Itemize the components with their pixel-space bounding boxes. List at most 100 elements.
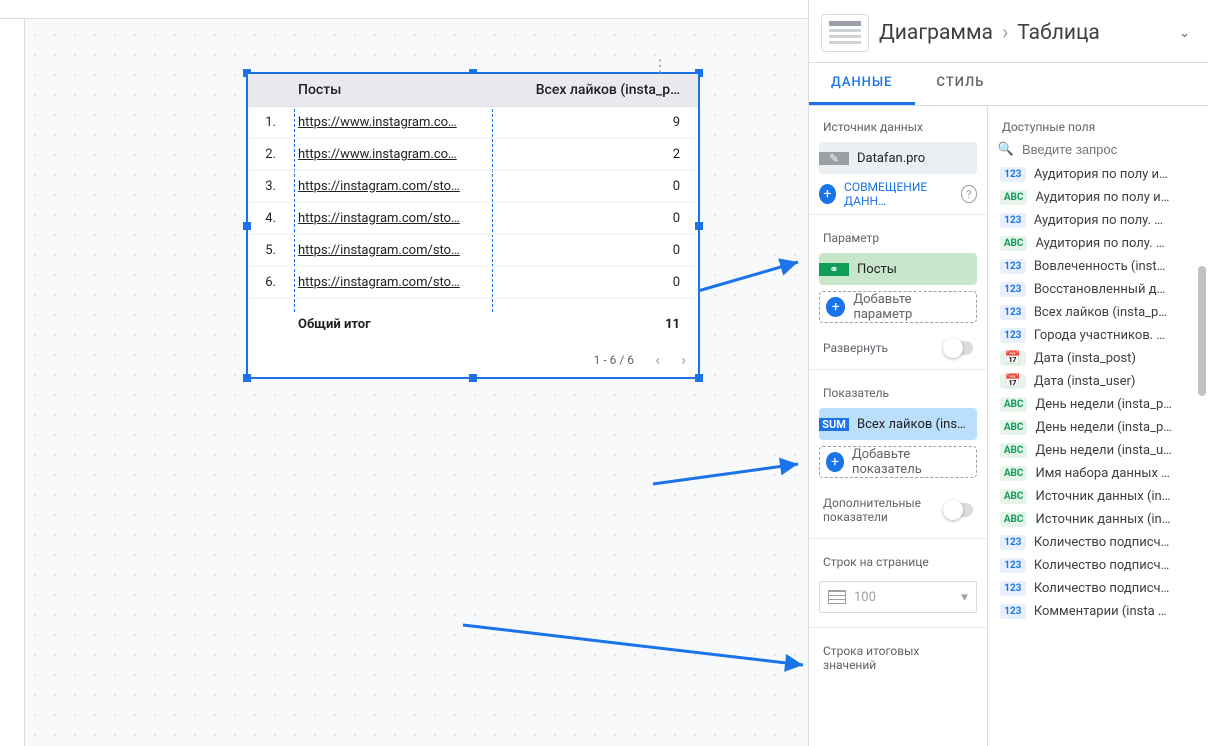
field-name: Аудитория по полу. … [1035, 236, 1164, 251]
rows-per-page-select[interactable]: 100 ▾ [819, 581, 977, 613]
field-name: Дата (insta_user) [1034, 374, 1136, 389]
type-number-icon: 123 [1000, 604, 1026, 619]
toggle-switch[interactable] [943, 341, 973, 355]
total-value: 11 [499, 299, 699, 343]
type-number-icon: 123 [1000, 558, 1026, 573]
type-date-icon: 📅 [1000, 351, 1026, 366]
more-options-icon[interactable]: ⋮ [652, 56, 668, 75]
field-name: Количество подписч… [1034, 581, 1170, 596]
page-prev-icon[interactable]: ‹ [646, 350, 660, 369]
type-text-icon: ABC [1000, 236, 1028, 251]
help-icon[interactable]: ? [961, 185, 977, 203]
add-dimension-button[interactable]: + Добавьте параметр [819, 291, 977, 323]
table-row[interactable]: 6.https://instagram.com/sto…0 [248, 267, 698, 299]
field-item[interactable]: ABCДень недели (insta_u… [988, 439, 1208, 462]
likes-value: 0 [499, 267, 699, 299]
type-text-icon: ABC [1000, 466, 1028, 481]
column-header[interactable]: Всех лайков (insta_p… [499, 74, 699, 107]
field-item[interactable]: ABC Аудитория по полу. … [988, 232, 1208, 255]
post-link[interactable]: https://instagram.com/sto… [298, 243, 478, 258]
fields-search[interactable]: 🔍 [998, 142, 1198, 157]
field-item[interactable]: 123 Количество подписч… [988, 554, 1208, 577]
available-fields-column: Доступные поля 🔍 123Аудитория по полу и…… [988, 106, 1208, 746]
resize-handle[interactable] [695, 374, 703, 382]
row-index: 2. [248, 139, 288, 171]
type-text-icon: ABC [1000, 190, 1028, 205]
post-link[interactable]: https://www.instagram.co… [298, 147, 478, 162]
table-row[interactable]: 1.https://www.instagram.co…9 [248, 107, 698, 139]
field-item[interactable]: 📅Дата (insta_post) [988, 347, 1208, 370]
post-link[interactable]: https://www.instagram.co… [298, 115, 478, 130]
table-chart-widget[interactable]: ⋮ Посты Всех лайков (insta_p… 1.https://… [246, 72, 700, 379]
field-name: Количество подписч… [1034, 558, 1170, 573]
table-row[interactable]: 2. https://www.instagram.co… 2 [248, 139, 698, 171]
post-link[interactable]: https://instagram.com/sto… [298, 275, 478, 290]
field-item[interactable]: ABCИмя набора данных … [988, 462, 1208, 485]
field-item[interactable]: 123Всех лайков (insta_p… [988, 301, 1208, 324]
resize-handle[interactable] [243, 374, 251, 382]
metric-chip[interactable]: SUM Всех лайков (inst… [819, 408, 977, 440]
field-item[interactable]: 123Города участников. … [988, 324, 1208, 347]
link-icon: ⚭ [819, 263, 849, 276]
add-metric-button[interactable]: + Добавьте показатель [819, 446, 977, 478]
properties-panel: Диаграмма › Таблица ⌄ ДАННЫЕ СТИЛЬ Источ… [808, 0, 1208, 746]
rows-icon [828, 590, 846, 604]
field-item[interactable]: ABCИсточник данных (in… [988, 508, 1208, 531]
fields-search-input[interactable] [1022, 142, 1198, 157]
report-canvas[interactable]: ⋮ Посты Всех лайков (insta_p… 1.https://… [0, 0, 808, 746]
available-fields-header: Доступные поля [988, 106, 1208, 138]
tab-style[interactable]: СТИЛЬ [915, 63, 1007, 105]
drilldown-toggle-row: Развернуть [809, 329, 987, 367]
type-text-icon: ABC [1000, 397, 1028, 412]
plus-icon: + [826, 297, 845, 317]
column-header[interactable]: Посты [288, 74, 499, 107]
toggle-switch[interactable] [943, 503, 973, 517]
resize-handle[interactable] [469, 374, 477, 382]
field-item[interactable]: 📅 Дата (insta_user) [988, 370, 1208, 393]
type-number-icon: 123 [1000, 213, 1026, 228]
breadcrumb-leaf: Таблица [1017, 21, 1100, 45]
type-text-icon: ABC [1000, 443, 1028, 458]
dimension-chip[interactable]: ⚭ Посты [819, 253, 977, 285]
row-index: 5. [248, 235, 288, 267]
tab-data[interactable]: ДАННЫЕ [809, 63, 915, 105]
page-next-icon[interactable]: › [672, 350, 686, 369]
section-summary-row: Строка итоговых значений [809, 630, 987, 680]
field-item[interactable]: 123Количество подписч… [988, 531, 1208, 554]
pencil-icon[interactable]: ✎ [819, 152, 849, 165]
blend-data-button[interactable]: + СОВМЕЩЕНИЕ ДАНН… ? [819, 180, 977, 208]
field-item[interactable]: 123Количество подписч… [988, 577, 1208, 600]
field-name: Аудитория по полу. … [1034, 213, 1163, 228]
field-item[interactable]: 123Комментарии (insta … [988, 600, 1208, 623]
data-source-chip[interactable]: ✎ Datafan.pro [819, 142, 977, 174]
field-name: Города участников. … [1034, 328, 1165, 343]
field-item[interactable]: ABCДень недели (insta_p… [988, 393, 1208, 416]
plus-icon: + [826, 452, 844, 472]
field-item[interactable]: 123Аудитория по полу и… [988, 163, 1208, 186]
field-item[interactable]: ABCИсточник данных (in… [988, 485, 1208, 508]
field-name: Аудитория по полу и… [1034, 167, 1168, 182]
table-row[interactable]: 4.https://instagram.com/sto…0 [248, 203, 698, 235]
post-link[interactable]: https://instagram.com/sto… [298, 179, 478, 194]
field-item[interactable]: 123Восстановленный д… [988, 278, 1208, 301]
table-type-icon[interactable] [821, 14, 869, 52]
field-item[interactable]: ABCАудитория по полу и… [988, 186, 1208, 209]
field-item[interactable]: 123 Аудитория по полу. … [988, 209, 1208, 232]
field-item[interactable]: 123Вовлеченность (inst… [988, 255, 1208, 278]
post-link[interactable]: https://instagram.com/sto… [298, 211, 478, 226]
field-name: День недели (insta_p… [1035, 420, 1172, 435]
chevron-down-icon[interactable]: ⌄ [1179, 26, 1190, 41]
caret-down-icon: ▾ [961, 590, 968, 605]
field-item[interactable]: ABCДень недели (insta_p… [988, 416, 1208, 439]
index-header [248, 74, 288, 107]
type-number-icon: 123 [1000, 305, 1026, 320]
table-row[interactable]: 3.https://instagram.com/sto…0 [248, 171, 698, 203]
optional-metrics-row: Дополнительныепоказатели [809, 484, 987, 536]
type-date-icon: 📅 [1000, 374, 1026, 389]
table-row[interactable]: 5.https://instagram.com/sto…0 [248, 235, 698, 267]
type-number-icon: 123 [1000, 259, 1026, 274]
breadcrumb-root[interactable]: Диаграмма [879, 21, 993, 45]
likes-value: 2 [499, 139, 699, 171]
scrollbar-thumb[interactable] [1198, 266, 1206, 396]
aggregation-badge[interactable]: SUM [819, 418, 849, 431]
